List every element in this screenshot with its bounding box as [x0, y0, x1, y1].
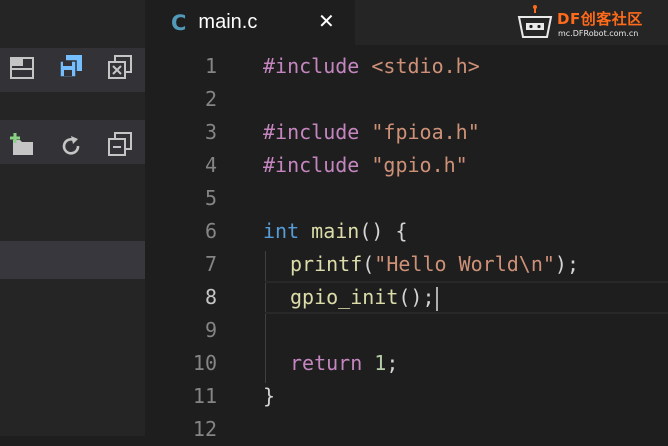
tab-title: main.c	[198, 11, 258, 33]
function-name: main	[311, 219, 360, 243]
line-number: 7	[204, 252, 217, 276]
code-line: 9	[145, 314, 668, 347]
include-path: "gpio.h"	[371, 153, 468, 177]
line-number: 5	[204, 186, 217, 210]
watermark-subtitle: mc.DFRobot.com.cn	[558, 29, 639, 38]
line-content[interactable]: gpio_init();	[290, 281, 438, 314]
close-icon[interactable]: ✕	[318, 9, 335, 33]
line-number: 3	[204, 120, 217, 144]
line-number: 11	[192, 384, 217, 408]
punctuation: ();	[398, 285, 435, 309]
c-language-icon: C	[171, 10, 187, 35]
line-content[interactable]: }	[263, 380, 275, 413]
code-line: 10 return 1;	[145, 347, 668, 380]
line-number: 12	[192, 417, 217, 441]
collapse-panel-icon[interactable]	[8, 54, 36, 82]
punctuation: );	[554, 252, 580, 276]
tab-main-c[interactable]: C main.c ✕	[145, 0, 355, 45]
punctuation: ;	[386, 351, 399, 375]
punctuation: }	[263, 384, 276, 408]
number-literal: 1	[374, 351, 387, 375]
line-content[interactable]: #include <stdio.h>	[263, 50, 480, 83]
line-content[interactable]: #include "fpioa.h"	[263, 116, 480, 149]
preprocessor-directive: #include	[263, 153, 360, 177]
line-number: 9	[204, 318, 217, 342]
sidebar	[0, 0, 145, 436]
function-name: gpio_init	[290, 285, 399, 309]
code-line: 4 #include "gpio.h"	[145, 149, 668, 182]
line-number: 6	[204, 219, 217, 243]
preprocessor-directive: #include	[263, 54, 360, 78]
collapse-all-icon[interactable]	[106, 131, 134, 159]
preprocessor-directive: #include	[263, 120, 360, 144]
code-line: 2	[145, 83, 668, 116]
code-line: 5	[145, 182, 668, 215]
sidebar-selected-row[interactable]	[0, 241, 145, 279]
text-cursor	[435, 286, 438, 311]
control-keyword: return	[290, 351, 363, 375]
code-line: 3 #include "fpioa.h"	[145, 116, 668, 149]
close-all-icon[interactable]	[106, 54, 134, 82]
line-number: 8	[204, 285, 217, 309]
function-name: printf	[290, 252, 363, 276]
line-content[interactable]: return 1;	[290, 347, 398, 380]
include-path: <stdio.h>	[371, 54, 480, 78]
sidebar-header	[0, 0, 145, 48]
watermark-title: DF创客社区	[557, 10, 643, 28]
code-line: 7 printf("Hello World\n");	[145, 248, 668, 281]
code-line: 1 #include <stdio.h>	[145, 50, 668, 83]
robot-logo-icon	[517, 5, 553, 38]
refresh-icon[interactable]	[57, 132, 85, 160]
save-all-icon[interactable]	[57, 53, 85, 81]
new-folder-icon[interactable]	[8, 131, 36, 159]
line-number: 4	[204, 153, 217, 177]
code-line-current: 8 gpio_init();	[145, 281, 668, 314]
code-line: 11 }	[145, 380, 668, 413]
line-content[interactable]: #include "gpio.h"	[263, 149, 468, 182]
line-content[interactable]: int main() {	[263, 215, 408, 248]
line-content[interactable]: printf("Hello World\n");	[290, 248, 579, 281]
type-keyword: int	[263, 219, 300, 243]
line-number: 1	[204, 54, 217, 78]
punctuation: () {	[359, 219, 408, 243]
string-literal: "Hello World\n"	[374, 252, 555, 276]
include-path: "fpioa.h"	[371, 120, 480, 144]
line-number: 2	[204, 87, 217, 111]
code-line: 6 int main() {	[145, 215, 668, 248]
watermark: DF创客社区 mc.DFRobot.com.cn	[515, 4, 665, 44]
line-number: 10	[192, 351, 217, 375]
code-editor[interactable]: 1 #include <stdio.h> 2 3 #include "fpioa…	[145, 45, 668, 441]
punctuation: (	[362, 252, 375, 276]
code-line: 12	[145, 413, 668, 446]
